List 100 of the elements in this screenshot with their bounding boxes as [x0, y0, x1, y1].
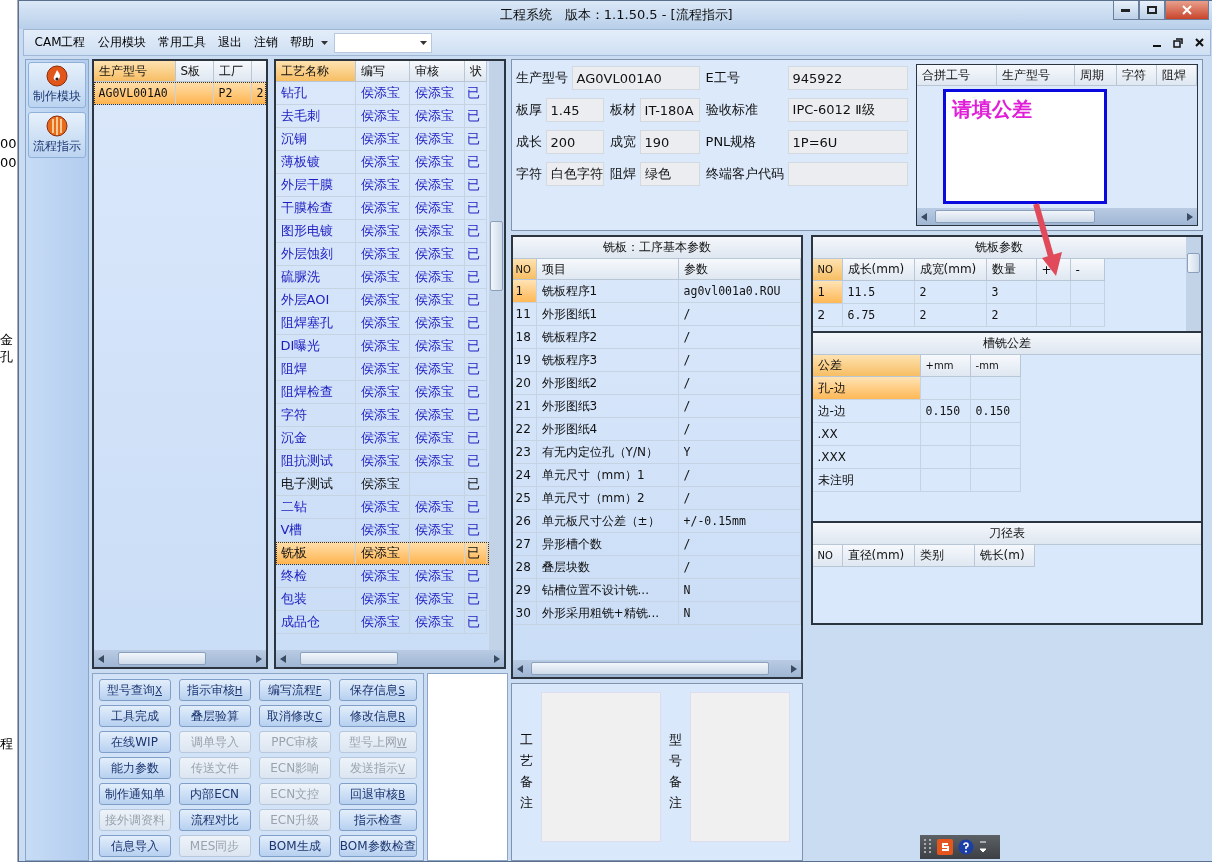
table-row[interactable]: 24 单元尺寸（mm）1 / — [512, 464, 801, 487]
table-row[interactable]: 30 外形采用粗铣+精铣... N — [512, 602, 801, 625]
table-row[interactable]: 沉金 侯添宝 侯添宝 已 — [275, 427, 489, 450]
table-row[interactable]: 阻抗测试 侯添宝 侯添宝 已 — [275, 450, 489, 473]
table-row[interactable]: 2 6.75 2 2 — [812, 304, 1186, 327]
table-row[interactable]: 未注明 — [812, 469, 1201, 492]
horizontal-scrollbar[interactable] — [916, 208, 1197, 225]
column-header[interactable]: 数量 — [986, 259, 1037, 281]
table-row[interactable]: 字符 侯添宝 侯添宝 已 — [275, 404, 489, 427]
column-header[interactable]: 项目 — [536, 259, 679, 280]
table-row[interactable]: 去毛刺 侯添宝 侯添宝 已 — [275, 105, 489, 128]
text-field[interactable]: IPC-6012 Ⅱ级 — [787, 98, 908, 122]
action-button[interactable]: 叠层验算 — [178, 705, 251, 727]
nav-button[interactable]: 流程指示 — [27, 112, 86, 158]
horizontal-scrollbar[interactable] — [512, 660, 801, 677]
horizontal-scrollbar[interactable] — [275, 650, 504, 667]
table-row[interactable]: 21 外形图纸3 / — [512, 395, 801, 418]
table-row[interactable]: 电子测试 侯添宝 已 — [275, 473, 489, 496]
vertical-scrollbar[interactable] — [1185, 237, 1201, 331]
table-row[interactable]: 23 有无内定位孔（Y/N） Y — [512, 441, 801, 464]
text-field[interactable]: 200 — [545, 130, 604, 154]
action-button[interactable]: 回退审核B — [338, 783, 417, 805]
table-row[interactable]: 20 外形图纸2 / — [512, 372, 801, 395]
action-button[interactable]: 信息导入 — [98, 835, 171, 857]
table-row[interactable]: 26 单元板尺寸公差（±） +/-0.15mm — [512, 510, 801, 533]
action-button[interactable]: 编写流程F — [258, 679, 331, 701]
column-header[interactable]: 状 — [464, 61, 487, 82]
menu-item[interactable]: 常用工具 — [152, 32, 211, 53]
close-button[interactable] — [1164, 1, 1209, 20]
table-row[interactable]: 1 铣板程序1 ag0vl001a0.ROU — [512, 280, 801, 303]
text-field[interactable]: AG0VL001A0 — [571, 66, 700, 90]
action-button[interactable]: 修改信息R — [338, 705, 417, 727]
column-header[interactable]: 生产型号 — [996, 65, 1075, 86]
action-button[interactable]: 制作通知单 — [98, 783, 171, 805]
minimize-button[interactable] — [1112, 1, 1139, 20]
column-header[interactable]: 公差 — [812, 355, 921, 377]
menu-item[interactable]: 注销 — [248, 32, 283, 53]
horizontal-scrollbar[interactable] — [93, 650, 266, 667]
column-header[interactable]: +mm — [920, 355, 971, 377]
table-row[interactable]: 11 外形图纸1 / — [512, 303, 801, 326]
column-header[interactable]: 成长(mm) — [842, 259, 915, 281]
table-row[interactable]: .XXX — [812, 446, 1201, 469]
table-row[interactable]: 终检 侯添宝 侯添宝 已 — [275, 565, 489, 588]
table-row[interactable]: 图形电镀 侯添宝 侯添宝 已 — [275, 220, 489, 243]
table-row[interactable]: 沉铜 侯添宝 侯添宝 已 — [275, 128, 489, 151]
table-row[interactable]: 28 叠层块数 / — [512, 556, 801, 579]
text-field[interactable]: 白色字符 — [545, 162, 604, 186]
text-field[interactable] — [787, 162, 908, 186]
column-header[interactable]: 生产型号 — [93, 61, 176, 82]
dropdown-field[interactable] — [333, 32, 432, 53]
maximize-button[interactable] — [1138, 1, 1165, 20]
action-button[interactable]: BOM生成 — [258, 835, 331, 857]
table-row[interactable]: 包装 侯添宝 侯添宝 已 — [275, 588, 489, 611]
action-button[interactable]: 内部ECN — [178, 783, 251, 805]
text-field[interactable]: 1.45 — [545, 98, 604, 122]
table-row[interactable]: 19 铣板程序3 / — [512, 349, 801, 372]
table-row[interactable]: 边-边 0.150 0.150 — [812, 400, 1201, 423]
table-row[interactable]: DI曝光 侯添宝 侯添宝 已 — [275, 335, 489, 358]
text-field[interactable]: 绿色 — [639, 162, 700, 186]
table-row[interactable]: 钻孔 侯添宝 侯添宝 已 — [275, 82, 489, 105]
table-row[interactable]: 25 单元尺寸（mm）2 / — [512, 487, 801, 510]
table-row[interactable]: 27 异形槽个数 / — [512, 533, 801, 556]
text-field[interactable]: 1P=6U — [787, 130, 908, 154]
text-field[interactable]: 945922 — [787, 66, 908, 90]
column-header[interactable]: 工厂 — [213, 61, 252, 82]
table-row[interactable]: 孔-边 — [812, 377, 1201, 400]
table-row[interactable]: 18 铣板程序2 / — [512, 326, 801, 349]
column-header[interactable]: 类别 — [914, 545, 975, 567]
table-row[interactable]: 22 外形图纸4 / — [512, 418, 801, 441]
table-row[interactable]: 阻焊 侯添宝 侯添宝 已 — [275, 358, 489, 381]
action-button[interactable]: 流程对比 — [178, 809, 251, 831]
column-header[interactable]: - — [1070, 259, 1105, 281]
vertical-scrollbar[interactable] — [488, 61, 504, 650]
column-header[interactable]: 阻焊 — [1156, 65, 1197, 86]
nav-button[interactable]: 制作模块 — [27, 62, 86, 108]
table-row[interactable]: 阻焊塞孔 侯添宝 侯添宝 已 — [275, 312, 489, 335]
text-field[interactable]: IT-180A — [639, 98, 700, 122]
text-field[interactable]: 190 — [639, 130, 700, 154]
menu-item[interactable]: 公用模块 — [92, 32, 151, 53]
column-header[interactable]: 铣长(m) — [974, 545, 1035, 567]
table-row[interactable]: 干膜检查 侯添宝 侯添宝 已 — [275, 197, 489, 220]
column-header[interactable]: NO — [512, 259, 537, 280]
action-button[interactable]: 型号查询X — [98, 679, 171, 701]
table-row[interactable]: 1 11.5 2 3 — [812, 281, 1186, 304]
table-row[interactable]: 外层AOI 侯添宝 侯添宝 已 — [275, 289, 489, 312]
table-row[interactable]: 铣板 侯添宝 已 — [275, 542, 489, 565]
column-header[interactable]: 周期 — [1074, 65, 1117, 86]
column-header[interactable]: 参数 — [678, 259, 801, 280]
table-row[interactable]: 薄板镀 侯添宝 侯添宝 已 — [275, 151, 489, 174]
table-row[interactable]: 硫脲洗 侯添宝 侯添宝 已 — [275, 266, 489, 289]
menu-item[interactable]: 帮助 — [284, 32, 319, 53]
table-row[interactable]: 外层蚀刻 侯添宝 侯添宝 已 — [275, 243, 489, 266]
column-header[interactable]: 合拼工号 — [916, 65, 997, 86]
table-row[interactable]: 29 钻槽位置不设计铣... N — [512, 579, 801, 602]
action-button[interactable]: 能力参数 — [98, 757, 171, 779]
column-header[interactable]: 直径(mm) — [842, 545, 915, 567]
table-row[interactable]: .XX — [812, 423, 1201, 446]
column-header[interactable]: 审核 — [409, 61, 465, 82]
action-button[interactable]: BOM参数检查 — [338, 835, 417, 857]
table-row[interactable]: 成品仓 侯添宝 侯添宝 已 — [275, 611, 489, 634]
